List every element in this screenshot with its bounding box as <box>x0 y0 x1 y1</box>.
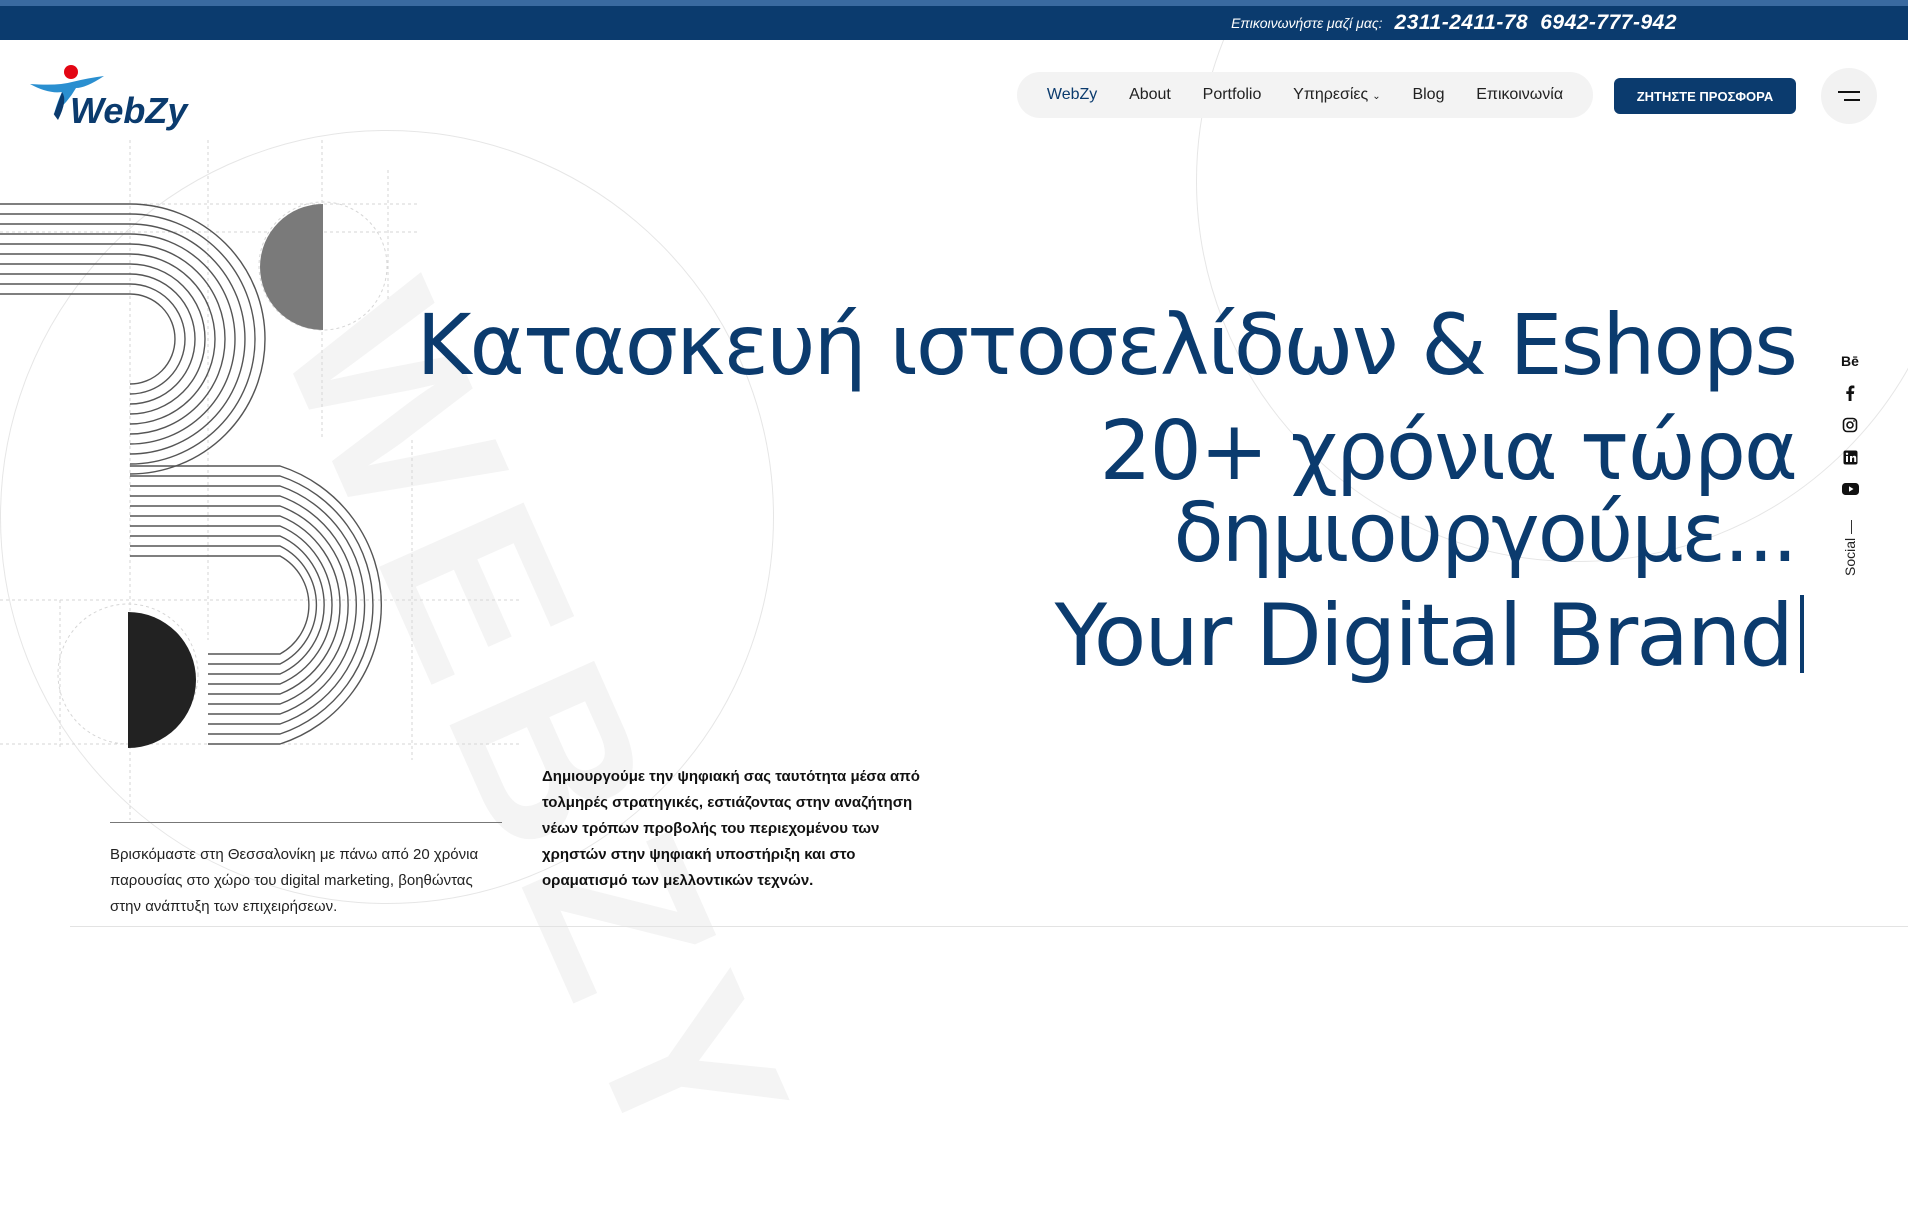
hamburger-icon-line <box>1844 99 1860 101</box>
hero-typed-text: Your Digital Brand <box>1054 586 1794 686</box>
main-navigation: WebZy About Portfolio Υπηρεσίες ⌄ Blog Επ… <box>1017 72 1593 118</box>
intro-divider <box>110 822 502 823</box>
hero-heading-line-4: Your Digital Brand <box>1055 586 1804 686</box>
hamburger-menu-button[interactable] <box>1821 68 1877 124</box>
facebook-icon[interactable] <box>1841 384 1859 402</box>
nav-item-contact[interactable]: Επικοινωνία <box>1476 86 1563 104</box>
contact-label: Επικοινωνήστε μαζί μας: <box>1231 15 1383 31</box>
bottom-divider <box>70 926 1908 927</box>
social-links: Bē <box>1838 352 1862 498</box>
nav-item-services-label: Υπηρεσίες <box>1293 86 1369 103</box>
nav-item-webzy[interactable]: WebZy <box>1047 86 1097 104</box>
phone-link-1[interactable]: 2311-2411-78 <box>1395 11 1529 35</box>
geometric-illustration <box>0 140 520 820</box>
nav-item-blog[interactable]: Blog <box>1412 86 1444 104</box>
linkedin-icon[interactable] <box>1841 448 1859 466</box>
site-logo[interactable]: WebZy <box>28 64 188 134</box>
description-paragraph: Δημιουργούμε την ψηφιακή σας ταυτότητα μ… <box>542 768 920 889</box>
typing-cursor <box>1800 595 1804 673</box>
top-contact-bar: Επικοινωνήστε μαζί μας: 2311-2411-78 694… <box>0 0 1908 40</box>
hero-heading-line-3: δημιουργούμε... <box>1173 486 1798 581</box>
social-label-wrapper: Social — <box>1842 520 1862 646</box>
nav-item-portfolio[interactable]: Portfolio <box>1203 86 1262 104</box>
request-quote-button[interactable]: ΖΗΤΗΣΤΕ ΠΡΟΣΦΟΡΑ <box>1614 78 1796 114</box>
hero-heading-line-1: Κατασκευή ιστοσελίδων & Eshops <box>416 296 1798 394</box>
behance-icon[interactable]: Bē <box>1841 352 1859 370</box>
nav-item-about[interactable]: About <box>1129 86 1171 104</box>
social-label: Social — <box>1842 519 1858 576</box>
contact-info: Επικοινωνήστε μαζί μας: 2311-2411-78 694… <box>1231 6 1677 40</box>
hero-heading-line-2: 20+ χρόνια τώρα <box>1099 404 1798 499</box>
logo-text: WebZy <box>70 90 188 131</box>
youtube-icon[interactable] <box>1841 480 1859 498</box>
nav-item-services[interactable]: Υπηρεσίες ⌄ <box>1293 86 1381 104</box>
instagram-icon[interactable] <box>1841 416 1859 434</box>
phone-link-2[interactable]: 6942-777-942 <box>1540 11 1677 35</box>
intro-paragraph: Βρισκόμαστε στη Θεσσαλονίκη με πάνω από … <box>110 846 479 915</box>
hamburger-icon <box>1838 91 1860 93</box>
chevron-down-icon: ⌄ <box>1372 91 1381 102</box>
